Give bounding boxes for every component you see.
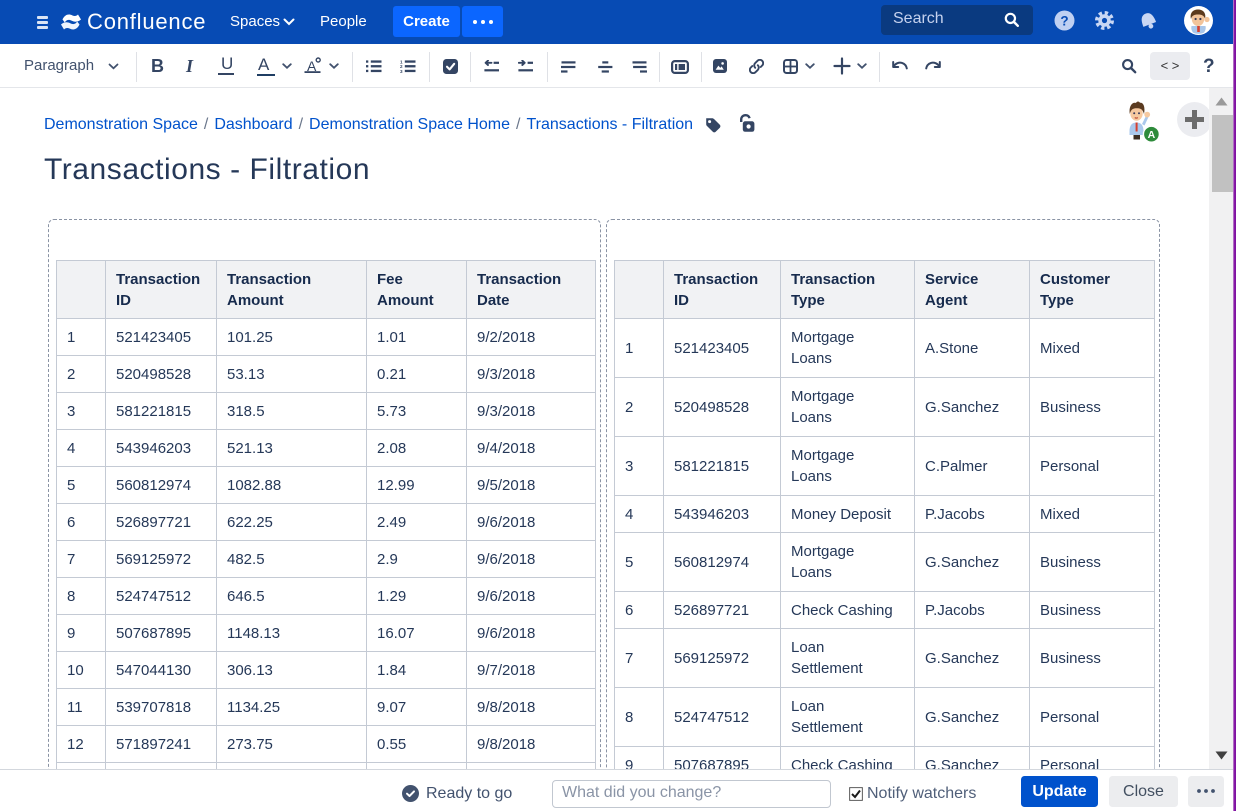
- svg-text:?: ?: [1060, 13, 1068, 28]
- svg-text:3: 3: [400, 69, 403, 73]
- svg-text:A: A: [1148, 129, 1156, 141]
